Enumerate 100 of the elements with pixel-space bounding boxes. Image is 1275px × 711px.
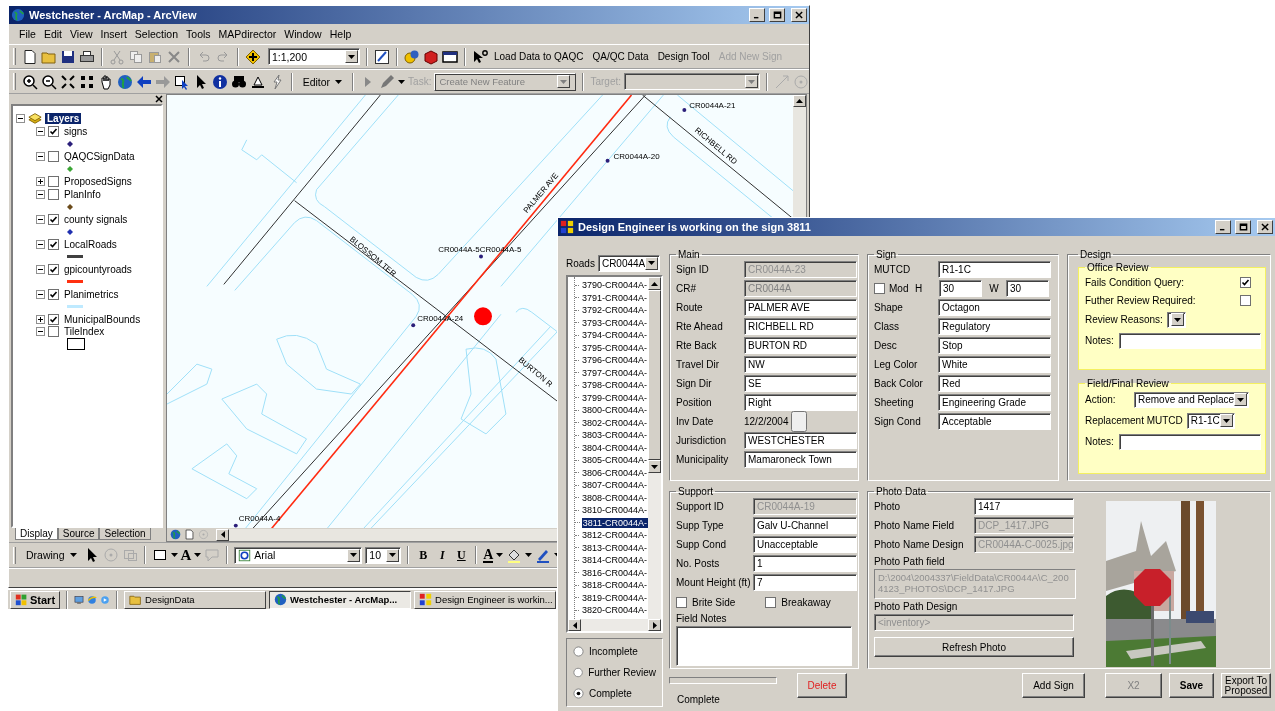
scroll-left-icon[interactable]	[220, 531, 225, 538]
text-field[interactable]: 1417	[974, 498, 1074, 515]
binoculars-icon[interactable]	[230, 73, 247, 90]
collapse-icon[interactable]	[36, 289, 45, 299]
menu-item[interactable]: Selection	[130, 28, 183, 40]
radio-button[interactable]	[573, 646, 584, 657]
globe-icon[interactable]	[170, 529, 181, 540]
dropdown[interactable]: WESTCHESTER	[744, 432, 857, 449]
zoom-in-icon[interactable]	[21, 73, 38, 90]
caret-icon[interactable]	[525, 553, 533, 557]
scrollbar[interactable]	[648, 277, 661, 619]
refresh-button[interactable]: Refresh Photo	[874, 637, 1074, 657]
list-item[interactable]: 3794-CR0044A-	[580, 330, 648, 341]
text-field[interactable]	[1119, 433, 1261, 450]
fixed-zoom-in-icon[interactable]	[59, 73, 76, 90]
list-item[interactable]: 3814-CR0044A-	[580, 555, 648, 566]
list-item[interactable]: 3796-CR0044A-	[580, 355, 648, 366]
list-item[interactable]: 3812-CR0044A-	[580, 530, 648, 541]
checkbox[interactable]	[765, 597, 777, 608]
caret-icon[interactable]	[194, 553, 202, 557]
dropdown[interactable]: SE	[744, 375, 857, 392]
dropdown[interactable]: Acceptable	[938, 413, 1051, 430]
layer-name[interactable]: signs	[64, 126, 88, 138]
list-item[interactable]: 3793-CR0044A-	[580, 317, 648, 328]
add-data-icon[interactable]	[245, 48, 261, 65]
toolbox-icon[interactable]	[423, 48, 439, 65]
printer-icon[interactable]	[79, 48, 95, 65]
dropdown[interactable]: Galv U-Channel	[753, 517, 857, 534]
menu-item[interactable]: File	[15, 28, 40, 40]
layer-name[interactable]: Planimetrics	[64, 288, 119, 300]
checkbox[interactable]	[48, 176, 59, 188]
list-item[interactable]: 3790-CR0044A-	[580, 280, 648, 291]
catalog-icon[interactable]	[404, 48, 420, 65]
list-item[interactable]: 3798-CR0044A-	[580, 380, 648, 391]
scroll-up-icon[interactable]	[796, 99, 803, 103]
text-tool[interactable]: A	[180, 546, 192, 564]
menu-item[interactable]: Insert	[96, 28, 131, 40]
dropdown[interactable]: R1-1C	[1186, 412, 1235, 429]
menu-item[interactable]: Help	[325, 28, 356, 40]
checkbox[interactable]	[676, 597, 687, 608]
menu-item[interactable]: Window	[280, 28, 326, 40]
layer-name[interactable]: QAQCSignData	[64, 151, 135, 163]
toolbar-button[interactable]: Design Tool	[654, 51, 713, 62]
collapse-icon[interactable]	[36, 327, 45, 337]
maximize-button[interactable]	[1235, 220, 1251, 234]
collapse-icon[interactable]	[36, 189, 45, 199]
checkbox[interactable]	[48, 263, 59, 275]
list-item[interactable]: 3791-CR0044A-	[580, 292, 648, 303]
window-icon[interactable]	[442, 48, 458, 65]
taskbar-button[interactable]: Design Engineer is workin...	[414, 590, 556, 609]
text-field[interactable]	[1119, 332, 1261, 349]
collapse-icon[interactable]	[36, 152, 45, 162]
dropdown[interactable]: Stop	[938, 337, 1051, 354]
sign-point[interactable]	[411, 323, 416, 328]
checkbox[interactable]	[1240, 276, 1251, 288]
layer-name[interactable]: gpicountyroads	[64, 263, 132, 275]
fill-color-icon[interactable]	[506, 547, 523, 563]
list-item[interactable]: 3803-CR0044A-	[580, 430, 648, 441]
sign-point[interactable]	[682, 107, 687, 112]
dropdown[interactable]: Red	[938, 375, 1051, 392]
layer-name[interactable]: PlanInfo	[64, 188, 101, 200]
scroll-left-icon[interactable]	[572, 621, 577, 629]
sign-point[interactable]	[479, 254, 483, 259]
list-item[interactable]: 3805-CR0044A-	[580, 455, 648, 466]
list-item[interactable]: 3792-CR0044A-	[580, 305, 648, 316]
font-size-dropdown[interactable]: 10	[365, 546, 402, 564]
text-field[interactable]: 30	[1006, 280, 1049, 297]
close-icon[interactable]	[155, 95, 163, 103]
tree-item[interactable]: Layers	[45, 112, 82, 124]
editor-menu[interactable]: Editor	[298, 75, 347, 88]
checkbox[interactable]	[48, 213, 59, 225]
menu-item[interactable]: Edit	[39, 28, 66, 40]
list-item[interactable]: 3811-CR0044A-	[581, 517, 648, 528]
checkbox[interactable]	[48, 288, 59, 300]
sign-point[interactable]	[233, 523, 238, 528]
toolbar-button[interactable]: QA/QC Data	[589, 51, 652, 62]
bold-button[interactable]: B	[415, 547, 432, 563]
caret-icon[interactable]	[496, 553, 504, 557]
new-document-icon[interactable]	[22, 48, 38, 65]
target-dropdown[interactable]	[624, 73, 760, 90]
checkbox[interactable]	[48, 313, 59, 325]
drawing-menu[interactable]: Drawing	[22, 549, 81, 561]
list-item[interactable]: 3797-CR0044A-	[580, 367, 648, 378]
layer-name[interactable]: TileIndex	[64, 326, 105, 338]
list-item[interactable]: 3818-CR0044A-	[580, 580, 648, 591]
underline-button[interactable]: U	[453, 547, 470, 563]
list-item[interactable]: 3813-CR0044A-	[580, 542, 648, 553]
collapse-icon[interactable]	[36, 127, 45, 137]
dropdown[interactable]: NW	[744, 356, 857, 373]
button[interactable]: Add Sign	[1022, 673, 1085, 698]
checkbox[interactable]	[1240, 294, 1251, 306]
zoom-out-icon[interactable]	[40, 73, 57, 90]
dropdown[interactable]	[1167, 311, 1186, 328]
layer-name[interactable]: LocalRoads	[64, 238, 117, 250]
collapse-icon[interactable]	[16, 113, 25, 123]
dropdown[interactable]: Right	[744, 394, 857, 411]
scroll-right-icon[interactable]	[652, 621, 657, 629]
dropdown[interactable]: BURTON RD	[744, 337, 857, 354]
expand-icon[interactable]	[36, 314, 45, 324]
scrollbar[interactable]	[568, 619, 661, 631]
